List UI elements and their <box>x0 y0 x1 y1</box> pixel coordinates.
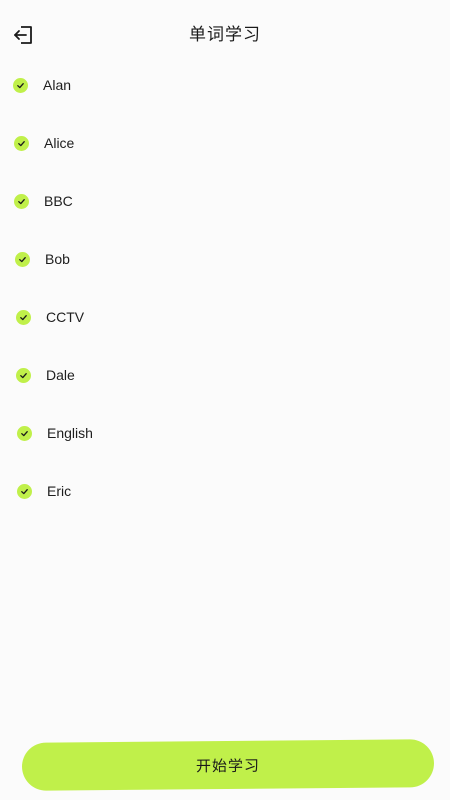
word-item-bbc[interactable]: BBC <box>14 181 73 221</box>
word-label: Alan <box>43 77 72 93</box>
word-item-cctv[interactable]: CCTV <box>16 297 84 337</box>
word-item-alan[interactable]: Alan <box>13 65 71 105</box>
check-icon <box>14 135 29 151</box>
word-label: Eric <box>47 483 72 499</box>
start-learning-button[interactable]: 开始学习 <box>21 739 435 791</box>
word-label: Bob <box>45 251 70 267</box>
word-label: English <box>47 425 93 441</box>
page-title: 单词学习 <box>189 25 261 45</box>
check-icon <box>17 425 32 441</box>
word-label: Dale <box>46 367 75 383</box>
word-item-bob[interactable]: Bob <box>15 239 70 279</box>
check-icon <box>13 77 28 93</box>
check-icon <box>14 193 29 209</box>
check-icon <box>16 309 31 325</box>
check-icon <box>15 251 30 267</box>
check-icon <box>16 367 31 383</box>
word-label: Alice <box>44 135 75 151</box>
word-label: BBC <box>44 193 73 209</box>
word-item-alice[interactable]: Alice <box>14 123 74 163</box>
word-item-eric[interactable]: Eric <box>17 471 71 511</box>
word-item-english[interactable]: English <box>17 413 93 453</box>
top-bar: 单词学习 <box>0 0 450 64</box>
word-study-screen: 单词学习 Alan Alice BBC Bob CCTV Dale Englis… <box>0 0 450 800</box>
word-item-dale[interactable]: Dale <box>16 355 75 395</box>
check-icon <box>17 483 32 499</box>
word-label: CCTV <box>46 309 85 325</box>
